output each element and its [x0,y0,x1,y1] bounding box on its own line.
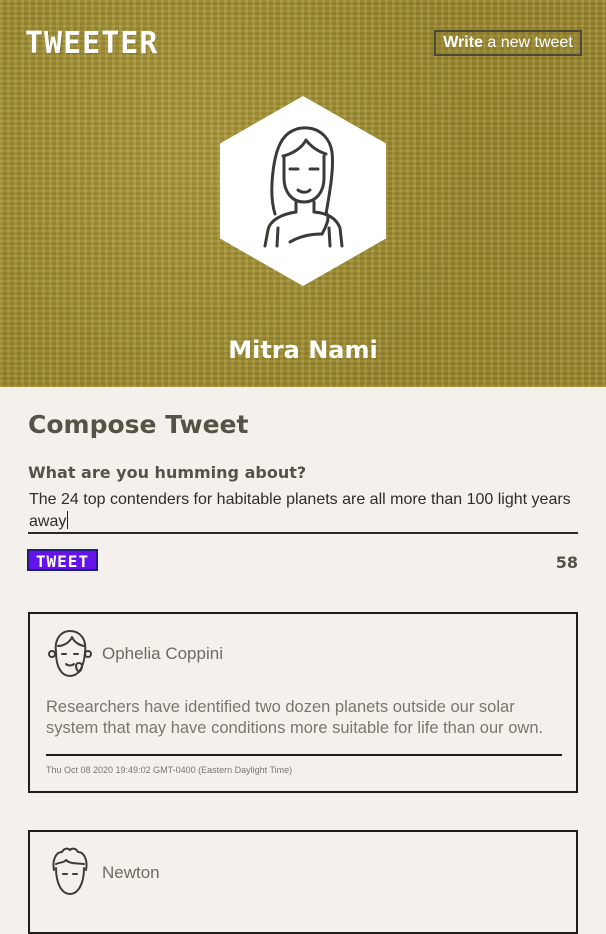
tweet-card: Ophelia Coppini Researchers have identif… [28,612,578,793]
tweet-text: Researchers have identified two dozen pl… [46,698,544,737]
tweet-timestamp: Thu Oct 08 2020 19:49:02 GMT-0400 (Easte… [46,765,293,775]
tweet-author[interactable]: Ophelia Coppini [102,643,223,665]
brand-logo[interactable]: TWEETER [25,27,158,61]
text-caret [67,510,69,529]
tweet-submit-button[interactable]: TWEET [27,549,98,571]
tweet-author[interactable]: Newton [102,862,160,884]
write-button-label: a new tweet [482,34,573,51]
tweet-textarea[interactable]: The 24 top contenders for habitable plan… [29,490,575,532]
write-new-tweet-button[interactable]: Write a new tweet [434,30,582,56]
compose-label: What are you humming about? [28,463,307,482]
profile-header: TWEETER Write a new tweet Mitra Nami [0,0,606,387]
man-avatar-icon [52,847,88,895]
tweet-card: Newton [28,830,578,934]
write-button-bold-label: Write [443,34,483,51]
tweet-divider [46,754,562,756]
profile-name: Mitra Nami [228,336,378,364]
woman-avatar-icon [220,96,386,286]
textarea-underline [28,532,578,534]
girl-avatar-icon [48,630,92,677]
tweet-textarea-value: The 24 top contenders for habitable plan… [29,491,571,530]
character-counter: 58 [555,553,578,572]
compose-title: Compose Tweet [28,410,249,439]
